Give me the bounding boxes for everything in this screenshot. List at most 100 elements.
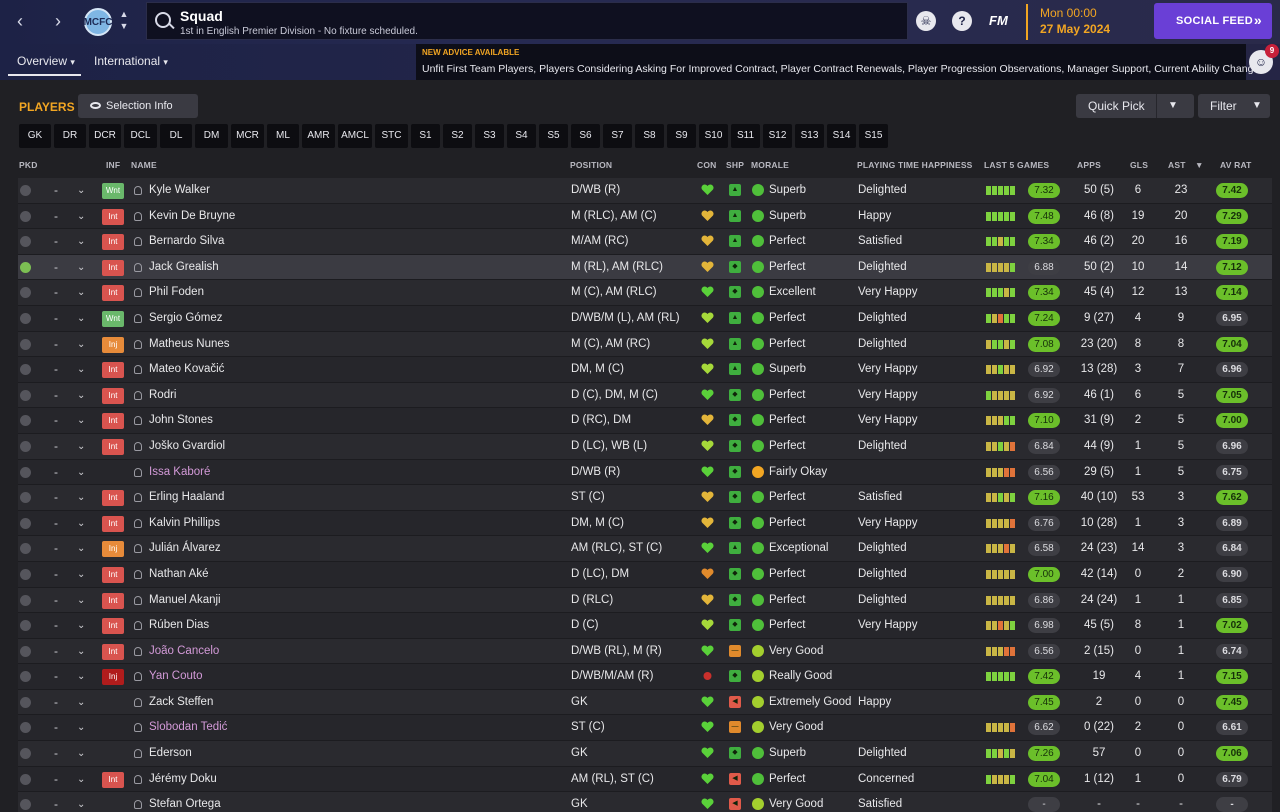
position-chip-amcl[interactable]: AMCL: [338, 124, 372, 148]
picked-indicator-icon[interactable]: [20, 696, 31, 708]
picked-indicator-icon[interactable]: [20, 261, 31, 273]
player-name[interactable]: Nathan Aké: [149, 562, 208, 587]
inf-status-badge[interactable]: Int: [102, 285, 124, 302]
player-name[interactable]: Jack Grealish: [149, 255, 219, 280]
player-name[interactable]: João Cancelo: [149, 639, 219, 664]
social-feed-button[interactable]: SOCIAL FEED »: [1154, 3, 1272, 39]
chevron-down-icon[interactable]: ⌄: [77, 383, 85, 408]
tab-overview[interactable]: Overview ▾: [17, 54, 75, 68]
position-chip-s10[interactable]: S10: [699, 124, 728, 148]
chevron-down-icon[interactable]: ⌄: [77, 460, 85, 485]
player-name[interactable]: Issa Kaboré: [149, 460, 210, 485]
table-row[interactable]: - ⌄ Int Joško Gvardiol D (LC), WB (L) ◆ Perfec…: [18, 433, 1272, 460]
inf-status-badge[interactable]: Int: [102, 234, 124, 251]
player-name[interactable]: Yan Couto: [149, 664, 203, 689]
table-row[interactable]: - ⌄ Int John Stones D (RC), DM ◆ Perfect Very H…: [18, 408, 1272, 434]
col-ast[interactable]: AST: [1168, 160, 1186, 170]
filter-button[interactable]: Filter ▼: [1198, 94, 1270, 118]
table-row[interactable]: - ⌄ Inj Matheus Nunes M (C), AM (RC) ▲ Perfect…: [18, 331, 1272, 358]
table-row[interactable]: - ⌄ Wnt Kyle Walker D/WB (R) ▲ Superb Delighted…: [18, 178, 1272, 204]
position-chip-ml[interactable]: ML: [267, 124, 299, 148]
advice-banner[interactable]: NEW ADVICE AVAILABLE Unfit First Team Pl…: [416, 44, 1265, 80]
table-row[interactable]: - ⌄ Int Jack Grealish M (RL), AM (RLC) ◆ Perfe…: [18, 254, 1272, 281]
table-row[interactable]: - ⌄ Int João Cancelo D/WB (RL), M (R) — Very G…: [18, 638, 1272, 665]
picked-indicator-icon[interactable]: [20, 671, 31, 683]
col-con[interactable]: CON: [697, 160, 717, 170]
picked-indicator-icon[interactable]: [20, 773, 31, 785]
chevron-down-icon[interactable]: ⌄: [77, 357, 85, 382]
player-name[interactable]: Slobodan Tedić: [149, 715, 227, 740]
player-name[interactable]: Ederson: [149, 741, 192, 766]
player-name[interactable]: Kevin De Bruyne: [149, 204, 235, 229]
table-row[interactable]: - ⌄ Inj Yan Couto D/WB/M/AM (R) ◆ Really Good 7…: [18, 664, 1272, 690]
chevron-down-icon[interactable]: ⌄: [77, 229, 85, 254]
chevron-down-icon[interactable]: ⌄: [77, 562, 85, 587]
table-row[interactable]: - ⌄ Int Jérémy Doku AM (RL), ST (C) ◀ Perfect C…: [18, 766, 1272, 793]
table-row[interactable]: - ⌄ Stefan Ortega GK ◀ Very Good Satisfied - - - -…: [18, 792, 1272, 812]
quick-pick-button[interactable]: Quick Pick ▼: [1076, 94, 1194, 118]
table-row[interactable]: - ⌄ Int Mateo Kovačić DM, M (C) ▲ Superb Very H…: [18, 357, 1272, 383]
picked-indicator-icon[interactable]: [20, 492, 31, 504]
chevron-down-icon[interactable]: ⌄: [77, 690, 85, 715]
col-name[interactable]: NAME: [131, 160, 157, 170]
picked-indicator-icon[interactable]: [20, 748, 31, 760]
picked-indicator-icon[interactable]: [20, 645, 31, 657]
player-name[interactable]: Rodri: [149, 383, 176, 408]
inf-status-badge[interactable]: Int: [102, 259, 124, 276]
col-inf[interactable]: INF: [106, 160, 120, 170]
forward-arrow-icon[interactable]: ›: [46, 10, 70, 34]
col-gls[interactable]: GLS: [1130, 160, 1148, 170]
position-chip-s11[interactable]: S11: [731, 124, 760, 148]
chevron-down-icon[interactable]: ⌄: [77, 511, 85, 536]
position-chip-s4[interactable]: S4: [507, 124, 536, 148]
inf-status-badge[interactable]: Int: [102, 387, 124, 404]
inf-status-badge[interactable]: Int: [102, 413, 124, 430]
chevron-down-icon[interactable]: ⌄: [77, 767, 85, 792]
position-chip-s13[interactable]: S13: [795, 124, 824, 148]
chevron-down-icon[interactable]: ⌄: [77, 792, 85, 812]
picked-indicator-icon[interactable]: [20, 210, 31, 222]
player-name[interactable]: Manuel Akanji: [149, 588, 221, 613]
position-chip-gk[interactable]: GK: [19, 124, 51, 148]
table-row[interactable]: - ⌄ Int Nathan Aké D (LC), DM ◆ Perfect Delight…: [18, 561, 1272, 588]
player-name[interactable]: John Stones: [149, 408, 213, 433]
chevron-down-icon[interactable]: ⌄: [77, 715, 85, 740]
position-chip-s2[interactable]: S2: [443, 124, 472, 148]
help-icon[interactable]: ?: [952, 11, 972, 31]
inf-status-badge[interactable]: Int: [102, 771, 124, 788]
player-name[interactable]: Mateo Kovačić: [149, 357, 224, 382]
col-morale[interactable]: MORALE: [751, 160, 789, 170]
table-row[interactable]: - ⌄ Int Bernardo Silva M/AM (RC) ▲ Perfect Sati…: [18, 229, 1272, 255]
table-row[interactable]: - ⌄ Int Kalvin Phillips DM, M (C) ◆ Perfect Ver…: [18, 510, 1272, 537]
position-chip-s5[interactable]: S5: [539, 124, 568, 148]
position-chip-stc[interactable]: STC: [375, 124, 408, 148]
position-chip-s8[interactable]: S8: [635, 124, 664, 148]
picked-indicator-icon[interactable]: [20, 620, 31, 632]
player-name[interactable]: Julián Álvarez: [149, 536, 221, 561]
inf-status-badge[interactable]: Int: [102, 438, 124, 455]
picked-indicator-icon[interactable]: [20, 185, 31, 196]
player-name[interactable]: Kyle Walker: [149, 178, 210, 203]
table-row[interactable]: - ⌄ Int Rodri D (C), DM, M (C) ◆ Perfect Very H…: [18, 382, 1272, 409]
picked-indicator-icon[interactable]: [20, 722, 31, 734]
position-chip-s12[interactable]: S12: [763, 124, 792, 148]
picked-indicator-icon[interactable]: [20, 338, 31, 350]
position-chip-s9[interactable]: S9: [667, 124, 696, 148]
chevron-down-icon[interactable]: ⌄: [77, 741, 85, 766]
picked-indicator-icon[interactable]: [20, 543, 31, 555]
chevron-down-icon[interactable]: ⌄: [77, 536, 85, 561]
club-switch-chevron-icon[interactable]: ▲ ▼: [118, 8, 130, 36]
position-chip-dcl[interactable]: DCL: [124, 124, 157, 148]
table-row[interactable]: - ⌄ Int Kevin De Bruyne M (RLC), AM (C) ▲ Supe…: [18, 203, 1272, 230]
inf-status-badge[interactable]: Int: [102, 362, 124, 379]
player-name[interactable]: Jérémy Doku: [149, 767, 217, 792]
inf-status-badge[interactable]: Int: [102, 566, 124, 583]
player-name[interactable]: Zack Steffen: [149, 690, 213, 715]
table-row[interactable]: - ⌄ Slobodan Tedić ST (C) — Very Good 6.62 0 (2…: [18, 715, 1272, 742]
inf-status-badge[interactable]: Wnt: [102, 183, 124, 199]
picked-indicator-icon[interactable]: [20, 594, 31, 606]
table-row[interactable]: - ⌄ Int Manuel Akanji D (RLC) ◆ Perfect Delight…: [18, 587, 1272, 614]
fm-logo[interactable]: FM: [989, 13, 1008, 28]
picked-indicator-icon[interactable]: [20, 799, 31, 811]
picked-indicator-icon[interactable]: [20, 517, 31, 529]
